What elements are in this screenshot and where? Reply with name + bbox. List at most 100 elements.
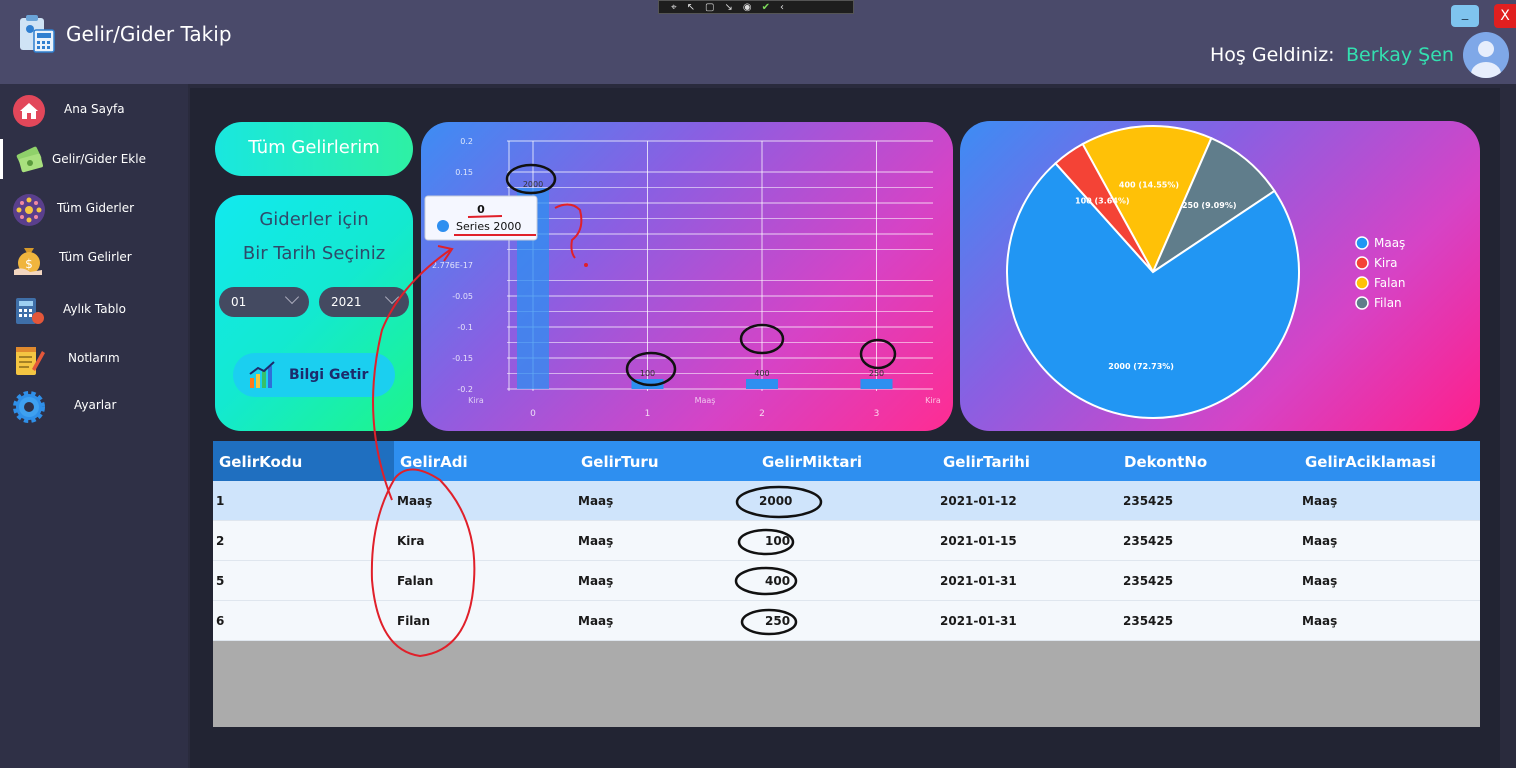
get-info-label: Bilgi Getir <box>289 367 369 383</box>
sidebar-item-settings[interactable]: Ayarlar <box>0 384 188 428</box>
sidebar-item-all-expenses[interactable]: Tüm Giderler <box>0 187 188 231</box>
sidebar-item-add-income-expense[interactable]: Gelir/Gider Ekle <box>0 138 188 182</box>
column-header[interactable]: GelirAdi <box>400 453 468 471</box>
frame-tool-icon[interactable]: ▢ <box>705 2 714 13</box>
x-category-label: Kira <box>925 396 941 405</box>
close-button[interactable]: X <box>1494 4 1516 28</box>
sidebar-item-label: Ana Sayfa <box>64 102 125 116</box>
table-row[interactable]: 5 Falan Maaş 400 2021-01-31 235425 Maaş <box>213 561 1480 601</box>
sidebar-item-home[interactable]: Ana Sayfa <box>0 88 188 132</box>
table-cell: 100 <box>765 534 791 548</box>
y-tick-label: 2.776E-17 <box>432 261 473 270</box>
table-cell: 2 <box>216 534 225 548</box>
table-cell: Maaş <box>578 574 614 588</box>
svg-text:$: $ <box>25 257 33 271</box>
welcome-label: Hoş Geldiniz: <box>1210 44 1335 66</box>
tooltip-series-name: Series 2000 <box>456 220 521 233</box>
sidebar-item-label: Gelir/Gider Ekle <box>52 152 146 166</box>
sidebar-item-notes[interactable]: Notlarım <box>0 337 188 381</box>
minimize-button[interactable]: _ <box>1451 5 1479 27</box>
table-cell: 2021-01-12 <box>940 494 1017 508</box>
select-tool-icon[interactable]: ⌖ <box>671 2 677 13</box>
column-header[interactable]: GelirTuru <box>581 453 659 471</box>
all-income-button[interactable]: Tüm Gelirlerim <box>215 122 413 176</box>
x-tick-label: 1 <box>645 409 651 419</box>
chevron-down-icon <box>284 289 300 305</box>
table-cell: Filan <box>397 614 431 628</box>
table-cell: Maaş <box>578 534 614 548</box>
table-cell: 1 <box>216 494 225 508</box>
table-row[interactable]: 6 Filan Maaş 250 2021-01-31 235425 Maaş <box>213 601 1480 641</box>
pie-chart-card: 400 (14.55%) 250 (9.09%) 2000 (72.73%) 100 … <box>960 121 1480 431</box>
check-tool-icon[interactable]: ✔ <box>762 2 770 13</box>
year-dropdown[interactable]: 2021 <box>319 287 409 317</box>
table-cell: 250 <box>765 614 791 628</box>
table-cell: 6 <box>216 614 225 628</box>
table-cell: Maaş <box>397 494 433 508</box>
home-icon <box>13 95 45 127</box>
calculator-clipboard-icon <box>20 15 55 53</box>
title-bar: Gelir/Gider Takip ⌖ ↖ ▢ ↘ ◉ ✔ ‹ _ X Hoş … <box>0 0 1516 84</box>
column-header[interactable]: GelirMiktari <box>762 453 862 471</box>
table-cell: 235425 <box>1123 574 1174 588</box>
pie-slice-label: 400 (14.55%) <box>1119 180 1179 189</box>
month-dropdown[interactable]: 01 <box>219 287 309 317</box>
chevron-down-icon <box>384 289 400 305</box>
table-cell: Kira <box>397 534 425 548</box>
legend-label: Maaş <box>1374 236 1405 250</box>
legend-label: Falan <box>1374 276 1405 290</box>
date-card-subtitle: Bir Tarih Seçiniz <box>242 243 386 264</box>
legend-marker <box>1355 276 1369 290</box>
avatar[interactable] <box>1463 32 1509 78</box>
bar-data-label: 400 <box>754 369 769 378</box>
sidebar: Ana Sayfa Gelir/Gider Ekle Tüm Giderler … <box>0 84 188 768</box>
date-filter-card: Giderler için Bir Tarih Seçiniz 01 2021 … <box>215 195 413 431</box>
x-category-label: Kira <box>468 396 484 405</box>
sidebar-item-all-income[interactable]: $ Tüm Gelirler <box>0 236 188 280</box>
bar-chart: 0.20.150.10.05-0.05-0.1-0.15-0.22.776E-1… <box>424 137 941 419</box>
eye-tool-icon[interactable]: ◉ <box>743 2 752 13</box>
column-header[interactable]: GelirAciklamasi <box>1305 453 1436 471</box>
table-cell: 2000 <box>759 494 793 508</box>
date-card-title: Giderler için <box>259 209 369 230</box>
table-cell: 400 <box>765 574 791 588</box>
table-cell: 235425 <box>1123 534 1174 548</box>
y-tick-label: 0.15 <box>455 168 473 177</box>
table-cell: 235425 <box>1123 614 1174 628</box>
sidebar-item-label: Notlarım <box>68 351 120 365</box>
legend-label: Kira <box>1374 256 1398 270</box>
chevron-left-icon[interactable]: ‹ <box>780 2 784 13</box>
screenshot-toolbar: ⌖ ↖ ▢ ↘ ◉ ✔ ‹ <box>658 0 854 14</box>
year-value: 2021 <box>331 295 362 309</box>
user-avatar-icon <box>1471 41 1501 78</box>
money-icon <box>16 146 43 173</box>
get-info-button[interactable]: Bilgi Getir <box>233 353 395 397</box>
bar-chart-icon <box>249 361 275 388</box>
table-cell: Maaş <box>1302 574 1338 588</box>
bar-chart-card: 0.20.150.10.05-0.05-0.1-0.15-0.22.776E-1… <box>421 122 953 431</box>
bar-data-label: 100 <box>640 369 655 378</box>
column-header[interactable]: GelirKodu <box>219 453 302 471</box>
bar-data-label: 250 <box>869 369 884 378</box>
column-header[interactable]: GelirTarihi <box>943 453 1030 471</box>
table-cell: Maaş <box>1302 614 1338 628</box>
app-title: Gelir/Gider Takip <box>66 22 232 46</box>
y-tick-label: -0.15 <box>452 354 473 363</box>
table-cell: 2021-01-31 <box>940 614 1017 628</box>
bar <box>746 379 778 389</box>
bar-data-label: 2000 <box>523 180 543 189</box>
y-tick-label: 0.2 <box>460 137 473 146</box>
income-table: GelirKodu GelirAdi GelirTuru GelirMiktari Ge… <box>213 441 1480 727</box>
money-bag-icon: $ <box>14 248 42 275</box>
month-value: 01 <box>231 295 247 309</box>
x-tick-label: 3 <box>874 409 880 419</box>
table-row[interactable]: 1 Maaş Maaş 2000 2021-01-12 235425 Maaş <box>213 481 1480 521</box>
cursor-tool-icon[interactable]: ↖ <box>687 2 695 13</box>
table-row[interactable]: 2 Kira Maaş 100 2021-01-15 235425 Maaş <box>213 521 1480 561</box>
pointer-tool-icon[interactable]: ↘ <box>724 2 732 13</box>
sidebar-item-monthly-table[interactable]: Aylık Tablo <box>0 288 188 332</box>
column-header[interactable]: DekontNo <box>1124 453 1207 471</box>
y-tick-label: -0.1 <box>457 323 473 332</box>
y-tick-label: -0.05 <box>452 292 473 301</box>
calculator-icon <box>16 298 44 324</box>
